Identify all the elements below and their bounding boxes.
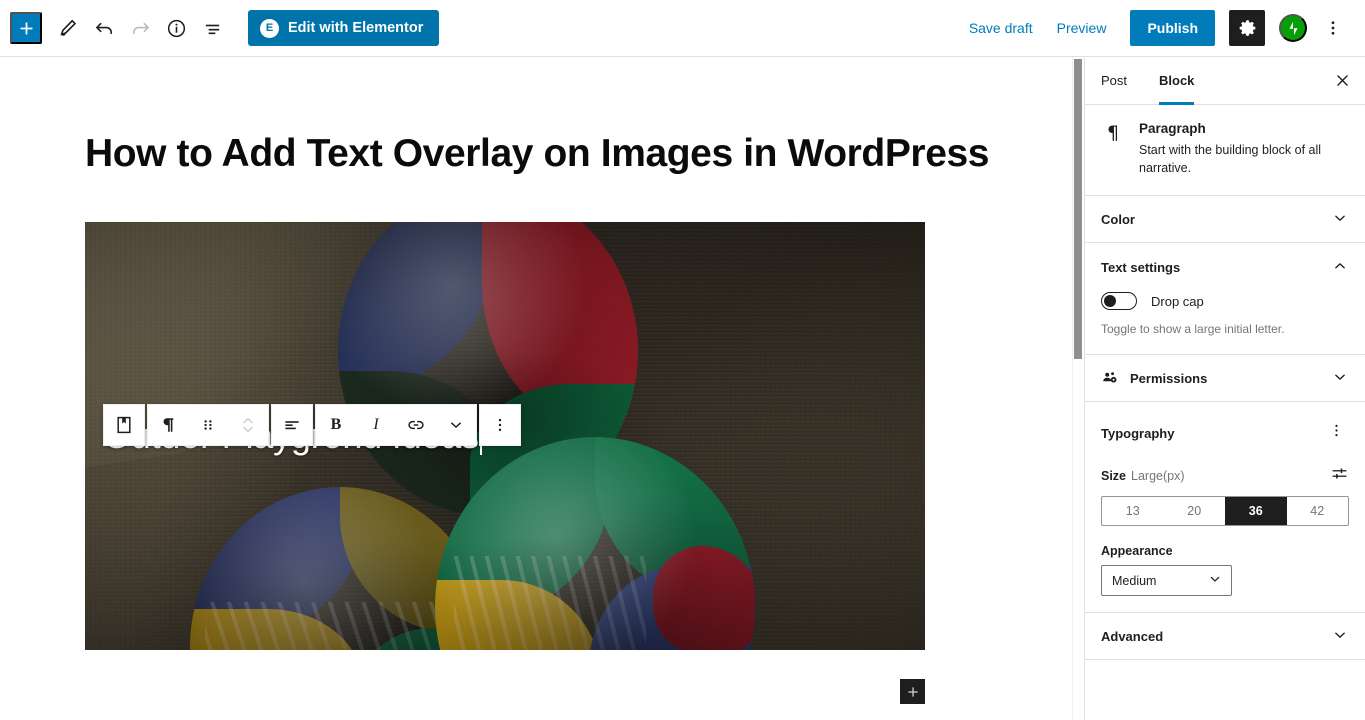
appearance-label: Appearance	[1101, 544, 1173, 559]
kebab-menu-icon[interactable]	[1315, 10, 1351, 46]
block-settings-sidebar: Post Block ¶ Paragraph Start with the bu…	[1084, 57, 1365, 720]
more-rich-text-chevron-down-icon[interactable]	[436, 405, 476, 445]
align-text-icon[interactable]	[272, 405, 312, 445]
edit-with-elementor-button[interactable]: E Edit with Elementor	[248, 10, 440, 46]
canvas-scrollbar-track[interactable]	[1072, 57, 1083, 720]
paragraph-icon: ¶	[1106, 122, 1120, 144]
canvas-scrollbar-thumb[interactable]	[1074, 59, 1082, 359]
drop-cap-label: Drop cap	[1151, 293, 1204, 309]
italic-icon[interactable]: I	[356, 405, 396, 445]
undo-icon[interactable]	[86, 10, 122, 46]
drop-cap-toggle[interactable]	[1101, 292, 1137, 311]
block-card-description: Start with the building block of all nar…	[1139, 143, 1322, 176]
block-info-card: ¶ Paragraph Start with the building bloc…	[1085, 105, 1365, 197]
drop-cap-help-text: Toggle to show a large initial letter.	[1101, 322, 1285, 337]
text-settings-header[interactable]: Text settings	[1101, 257, 1349, 278]
drop-cap-row: Drop cap	[1101, 292, 1349, 311]
editor-top-bar: E Edit with Elementor Save draft Preview…	[0, 0, 1365, 57]
edit-with-elementor-label: Edit with Elementor	[288, 20, 424, 36]
block-toolbar-group-type	[103, 404, 145, 446]
chevron-down-icon	[1331, 368, 1349, 389]
permissions-label: Permissions	[1130, 370, 1208, 386]
font-size-label-row: Size Large(px)	[1085, 448, 1365, 496]
move-updown-icon[interactable]	[228, 405, 268, 445]
jetpack-icon[interactable]	[1279, 14, 1307, 42]
typography-label: Typography	[1101, 425, 1175, 441]
paragraph-icon[interactable]	[148, 405, 188, 445]
bold-icon[interactable]: B	[316, 405, 356, 445]
block-toolbar-group-options	[479, 404, 521, 446]
appearance-field: Appearance Medium	[1085, 526, 1365, 614]
tab-block[interactable]: Block	[1143, 57, 1210, 105]
publish-button[interactable]: Publish	[1130, 10, 1215, 46]
save-draft-button[interactable]: Save draft	[957, 12, 1045, 44]
block-inserter-button[interactable]	[10, 12, 42, 44]
typography-section: Typography Size Large(px) 13 20 36 42 Ap…	[1085, 402, 1365, 614]
block-toolbar-group-move	[147, 404, 269, 446]
top-bar-left-tools: E Edit with Elementor	[0, 10, 440, 46]
list-view-icon[interactable]	[194, 10, 230, 46]
block-type-icon[interactable]	[104, 405, 144, 445]
tab-post[interactable]: Post	[1085, 57, 1143, 104]
top-bar-right-actions: Save draft Preview Publish	[957, 10, 1365, 46]
sidebar-tabs: Post Block	[1085, 57, 1365, 105]
permissions-panel-header[interactable]: Permissions	[1085, 355, 1365, 403]
block-card-title: Paragraph	[1139, 121, 1206, 136]
close-sidebar-icon[interactable]	[1319, 57, 1365, 104]
font-size-segmented-control[interactable]: 13 20 36 42	[1101, 496, 1349, 527]
link-icon[interactable]	[396, 405, 436, 445]
block-toolbar[interactable]: B I	[103, 404, 521, 446]
text-settings-label: Text settings	[1101, 260, 1181, 276]
post-title[interactable]: How to Add Text Overlay on Images in Wor…	[85, 132, 989, 176]
append-block-button[interactable]	[900, 679, 925, 704]
chevron-down-icon	[1207, 571, 1223, 590]
block-toolbar-group-align	[271, 404, 313, 446]
drag-handle-icon[interactable]	[188, 405, 228, 445]
font-size-option-42[interactable]: 42	[1287, 497, 1349, 525]
chevron-down-icon	[1331, 209, 1349, 230]
text-settings-section: Text settings Drop cap Toggle to show a …	[1085, 243, 1365, 356]
typography-options-kebab-icon[interactable]	[1324, 418, 1349, 448]
advanced-panel-header[interactable]: Advanced	[1085, 613, 1365, 661]
info-icon[interactable]	[158, 10, 194, 46]
preview-button[interactable]: Preview	[1045, 12, 1119, 44]
font-size-option-13[interactable]: 13	[1102, 497, 1164, 525]
settings-gear-icon[interactable]	[1229, 10, 1265, 46]
permissions-users-gear-icon	[1101, 369, 1120, 388]
pencil-icon[interactable]	[50, 10, 86, 46]
elementor-logo-icon: E	[260, 18, 279, 38]
chevron-up-icon[interactable]	[1331, 257, 1349, 278]
advanced-label: Advanced	[1101, 628, 1164, 644]
color-panel-header[interactable]: Color	[1085, 196, 1365, 244]
chevron-down-icon	[1331, 626, 1349, 647]
font-size-custom-icon[interactable]	[1330, 464, 1349, 488]
redo-icon[interactable]	[122, 10, 158, 46]
block-options-kebab-icon[interactable]	[480, 405, 520, 445]
color-panel-label: Color	[1101, 211, 1135, 227]
appearance-select[interactable]: Medium	[1101, 565, 1232, 597]
font-size-label: Size	[1101, 469, 1127, 484]
editor-canvas[interactable]: How to Add Text Overlay on Images in Wor…	[0, 57, 1072, 720]
typography-header: Typography	[1085, 402, 1365, 448]
font-size-option-20[interactable]: 20	[1164, 497, 1226, 525]
font-size-value: Large(px)	[1131, 469, 1185, 484]
font-size-option-36[interactable]: 36	[1225, 497, 1287, 526]
appearance-selected-value: Medium	[1112, 573, 1157, 588]
block-toolbar-group-format: B I	[315, 404, 477, 446]
